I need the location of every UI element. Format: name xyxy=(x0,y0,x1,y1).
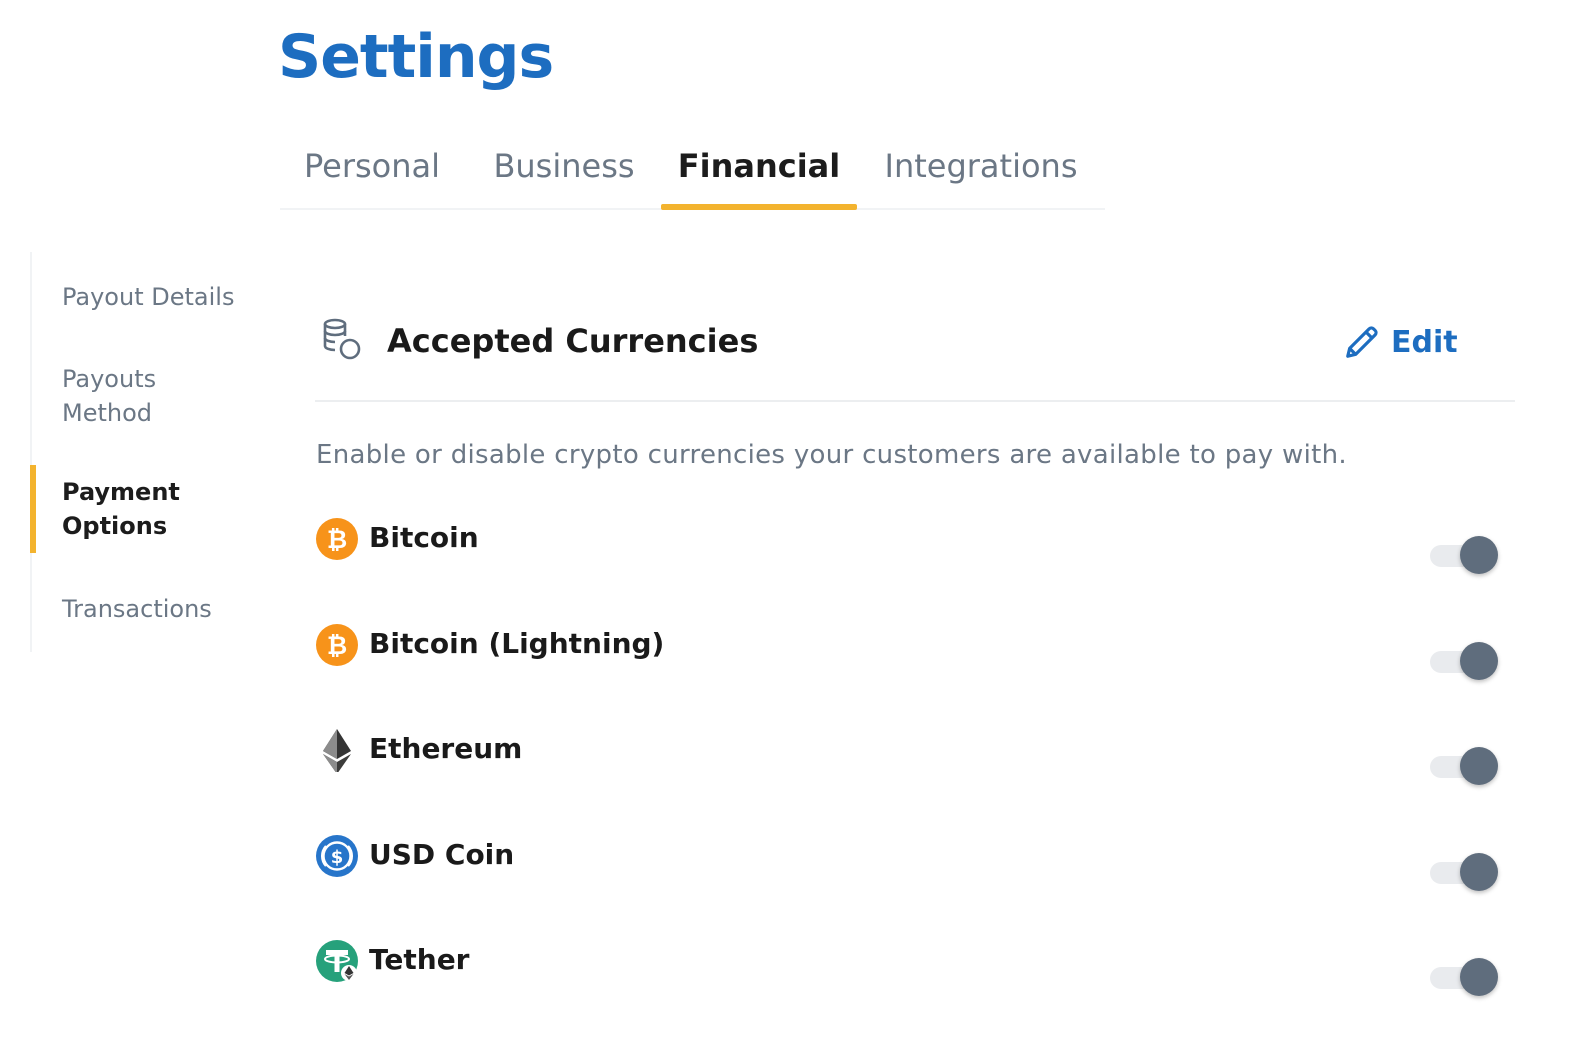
currency-row-ethereum: Ethereum xyxy=(315,726,1515,796)
currency-name: Tether xyxy=(369,943,470,976)
tab-financial[interactable]: Financial xyxy=(661,130,857,210)
edit-label: Edit xyxy=(1391,324,1458,360)
svg-text:₿: ₿ xyxy=(327,525,347,554)
settings-page: Settings Personal Business Financial Int… xyxy=(0,0,1576,1037)
sidenav-item-payouts-method[interactable]: Payouts Method xyxy=(32,362,232,430)
currency-name: Ethereum xyxy=(369,732,523,765)
tab-integrations[interactable]: Integrations xyxy=(876,130,1086,208)
usd-coin-icon: $ xyxy=(316,835,358,877)
currency-toggle-usd-coin[interactable] xyxy=(1430,852,1500,892)
financial-sidenav: Payout Details Payouts Method Payment Op… xyxy=(30,252,270,652)
currency-toggle-bitcoin-lightning[interactable] xyxy=(1430,641,1500,681)
toggle-knob xyxy=(1460,642,1498,680)
toggle-knob xyxy=(1460,536,1498,574)
toggle-knob xyxy=(1460,958,1498,996)
svg-text:$: $ xyxy=(331,847,344,868)
currency-row-bitcoin-lightning: ₿ Bitcoin (Lightning) xyxy=(315,621,1515,691)
currency-toggle-bitcoin[interactable] xyxy=(1430,535,1500,575)
currency-row-tether: Tether xyxy=(315,937,1515,1007)
bitcoin-icon: ₿ xyxy=(316,518,358,560)
tab-personal[interactable]: Personal xyxy=(280,130,464,208)
currency-name: USD Coin xyxy=(369,838,515,871)
page-title: Settings xyxy=(278,22,554,92)
pencil-icon xyxy=(1346,326,1378,358)
edit-currencies-button[interactable]: Edit xyxy=(1343,318,1458,366)
currency-name: Bitcoin (Lightning) xyxy=(369,627,665,660)
toggle-knob xyxy=(1460,747,1498,785)
currency-toggle-ethereum[interactable] xyxy=(1430,746,1500,786)
toggle-knob xyxy=(1460,853,1498,891)
sidenav-item-payout-details[interactable]: Payout Details xyxy=(32,280,272,314)
sidenav-item-payment-options[interactable]: Payment Options xyxy=(30,465,232,553)
ethereum-icon xyxy=(323,729,351,772)
currency-row-usd-coin: $ USD Coin xyxy=(315,832,1515,902)
tether-icon xyxy=(316,940,358,982)
bitcoin-icon: ₿ xyxy=(316,624,358,666)
settings-tabs: Personal Business Financial Integrations xyxy=(280,130,1105,210)
tab-business[interactable]: Business xyxy=(476,130,652,208)
svg-text:₿: ₿ xyxy=(327,631,347,660)
coins-stack-icon xyxy=(323,318,361,360)
section-description: Enable or disable crypto currencies your… xyxy=(316,440,1347,470)
currency-name: Bitcoin xyxy=(369,521,479,554)
sidenav-item-transactions[interactable]: Transactions xyxy=(32,592,272,626)
section-title: Accepted Currencies xyxy=(387,322,759,360)
currency-row-bitcoin: ₿ Bitcoin xyxy=(315,515,1515,585)
currency-toggle-tether[interactable] xyxy=(1430,957,1500,997)
accepted-currencies-header: Accepted Currencies Edit xyxy=(315,310,1515,402)
